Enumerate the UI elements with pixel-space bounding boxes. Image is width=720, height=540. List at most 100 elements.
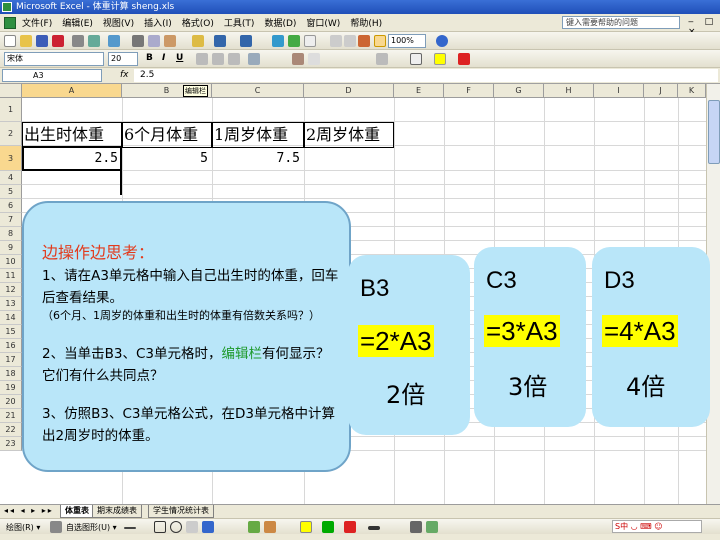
research-icon[interactable] (288, 35, 300, 47)
row-header-21[interactable]: 21 (0, 409, 22, 423)
row-header-2[interactable]: 2 (0, 122, 22, 146)
percent-icon[interactable] (308, 53, 320, 65)
open-icon[interactable] (20, 35, 32, 47)
name-box[interactable]: A3 (2, 69, 102, 82)
autosum-icon[interactable] (304, 35, 316, 47)
formula-input[interactable]: 2.5 (134, 69, 718, 82)
sort-descending-icon[interactable] (344, 35, 356, 47)
row-header-17[interactable]: 17 (0, 353, 22, 367)
borders-icon[interactable] (410, 53, 422, 65)
column-header-i[interactable]: I (594, 84, 644, 98)
merge-center-icon[interactable] (248, 53, 260, 65)
new-icon[interactable] (4, 35, 16, 47)
line-color-icon[interactable] (322, 521, 334, 533)
menu-help[interactable]: 帮助(H) (350, 16, 382, 29)
menu-format[interactable]: 格式(O) (182, 16, 214, 29)
cell-b2[interactable]: 6个月体重 (122, 122, 212, 148)
ime-toolbar[interactable]: S中 ◡ ⌨ ☺ (612, 520, 702, 533)
hyperlink-icon[interactable] (272, 35, 284, 47)
spelling-icon[interactable] (108, 35, 120, 47)
rectangle-icon[interactable] (154, 521, 166, 533)
permission-icon[interactable] (52, 35, 64, 47)
column-header-k[interactable]: K (678, 84, 706, 98)
row-header-14[interactable]: 14 (0, 311, 22, 325)
row-header-18[interactable]: 18 (0, 367, 22, 381)
chart-wizard-icon[interactable] (358, 35, 370, 47)
sheet-tab-3[interactable]: 学生情况统计表 (148, 505, 214, 518)
save-icon[interactable] (36, 35, 48, 47)
menu-tools[interactable]: 工具(T) (224, 16, 255, 29)
draw-menu[interactable]: 绘图(R) ▾ (6, 522, 40, 533)
column-header-c[interactable]: C (212, 84, 304, 98)
row-header-7[interactable]: 7 (0, 213, 22, 227)
row-header-20[interactable]: 20 (0, 395, 22, 409)
menu-edit[interactable]: 编辑(E) (62, 16, 93, 29)
shadow-icon[interactable] (410, 521, 422, 533)
column-header-a[interactable]: A (22, 84, 122, 98)
row-header-12[interactable]: 12 (0, 283, 22, 297)
help-search-input[interactable]: 键入需要帮助的问题 (562, 16, 680, 29)
align-right-icon[interactable] (228, 53, 240, 65)
draw-font-color-icon[interactable] (344, 521, 356, 533)
help-icon[interactable] (436, 35, 448, 47)
format-painter-icon[interactable] (192, 35, 204, 47)
row-header-15[interactable]: 15 (0, 325, 22, 339)
row-header-16[interactable]: 16 (0, 339, 22, 353)
oval-icon[interactable] (170, 521, 182, 533)
row-header-9[interactable]: 9 (0, 241, 22, 255)
textbox-icon[interactable] (186, 521, 198, 533)
line-icon[interactable] (124, 527, 136, 529)
drawing-toggle-icon[interactable] (374, 35, 386, 47)
row-header-4[interactable]: 4 (0, 171, 22, 185)
fill-color-icon[interactable] (434, 53, 446, 65)
column-header-h[interactable]: H (544, 84, 594, 98)
cell-c3[interactable]: 7.5 (212, 147, 300, 171)
row-header-1[interactable]: 1 (0, 98, 22, 122)
row-header-19[interactable]: 19 (0, 381, 22, 395)
line-style-icon[interactable] (368, 526, 380, 530)
align-center-icon[interactable] (212, 53, 224, 65)
row-header-6[interactable]: 6 (0, 199, 22, 213)
cell-a2[interactable]: 出生时体重 (22, 122, 122, 148)
draw-fill-color-icon[interactable] (300, 521, 312, 533)
row-header-8[interactable]: 8 (0, 227, 22, 241)
picture-icon[interactable] (264, 521, 276, 533)
menu-view[interactable]: 视图(V) (103, 16, 134, 29)
cell-c2[interactable]: 1周岁体重 (212, 122, 304, 148)
bold-button[interactable]: B (146, 53, 153, 63)
column-header-e[interactable]: E (394, 84, 444, 98)
row-header-13[interactable]: 13 (0, 297, 22, 311)
select-all-corner[interactable] (0, 84, 22, 98)
cell-d2[interactable]: 2周岁体重 (304, 122, 394, 148)
clipart-icon[interactable] (248, 521, 260, 533)
wordart-icon[interactable] (202, 521, 214, 533)
paste-icon[interactable] (164, 35, 176, 47)
menu-insert[interactable]: 插入(I) (144, 16, 172, 29)
copy-icon[interactable] (148, 35, 160, 47)
sheet-tab-1[interactable]: 体重表 (60, 505, 94, 518)
zoom-select[interactable]: 100% (388, 34, 426, 48)
italic-button[interactable]: I (162, 53, 165, 63)
underline-button[interactable]: U (176, 53, 183, 63)
menu-data[interactable]: 数据(D) (264, 16, 296, 29)
row-header-22[interactable]: 22 (0, 423, 22, 437)
3d-icon[interactable] (426, 521, 438, 533)
column-header-g[interactable]: G (494, 84, 544, 98)
cell-b3[interactable]: 5 (122, 147, 208, 171)
scrollbar-thumb[interactable] (708, 100, 720, 164)
workbook-icon[interactable] (4, 16, 16, 29)
row-header-3[interactable]: 3 (0, 146, 22, 171)
align-left-icon[interactable] (196, 53, 208, 65)
autoshapes-menu[interactable]: 自选图形(U) ▾ (66, 522, 117, 533)
sort-ascending-icon[interactable] (330, 35, 342, 47)
select-objects-icon[interactable] (50, 521, 62, 533)
column-header-j[interactable]: J (644, 84, 678, 98)
row-header-11[interactable]: 11 (0, 269, 22, 283)
row-header-10[interactable]: 10 (0, 255, 22, 269)
redo-icon[interactable] (240, 35, 252, 47)
column-header-f[interactable]: F (444, 84, 494, 98)
decrease-indent-icon[interactable] (376, 53, 388, 65)
preview-icon[interactable] (88, 35, 100, 47)
sheet-tab-2[interactable]: 期末成绩表 (92, 505, 142, 518)
sheet-nav-arrows[interactable]: ◂◂ ◂ ▸ ▸▸ (4, 506, 54, 515)
